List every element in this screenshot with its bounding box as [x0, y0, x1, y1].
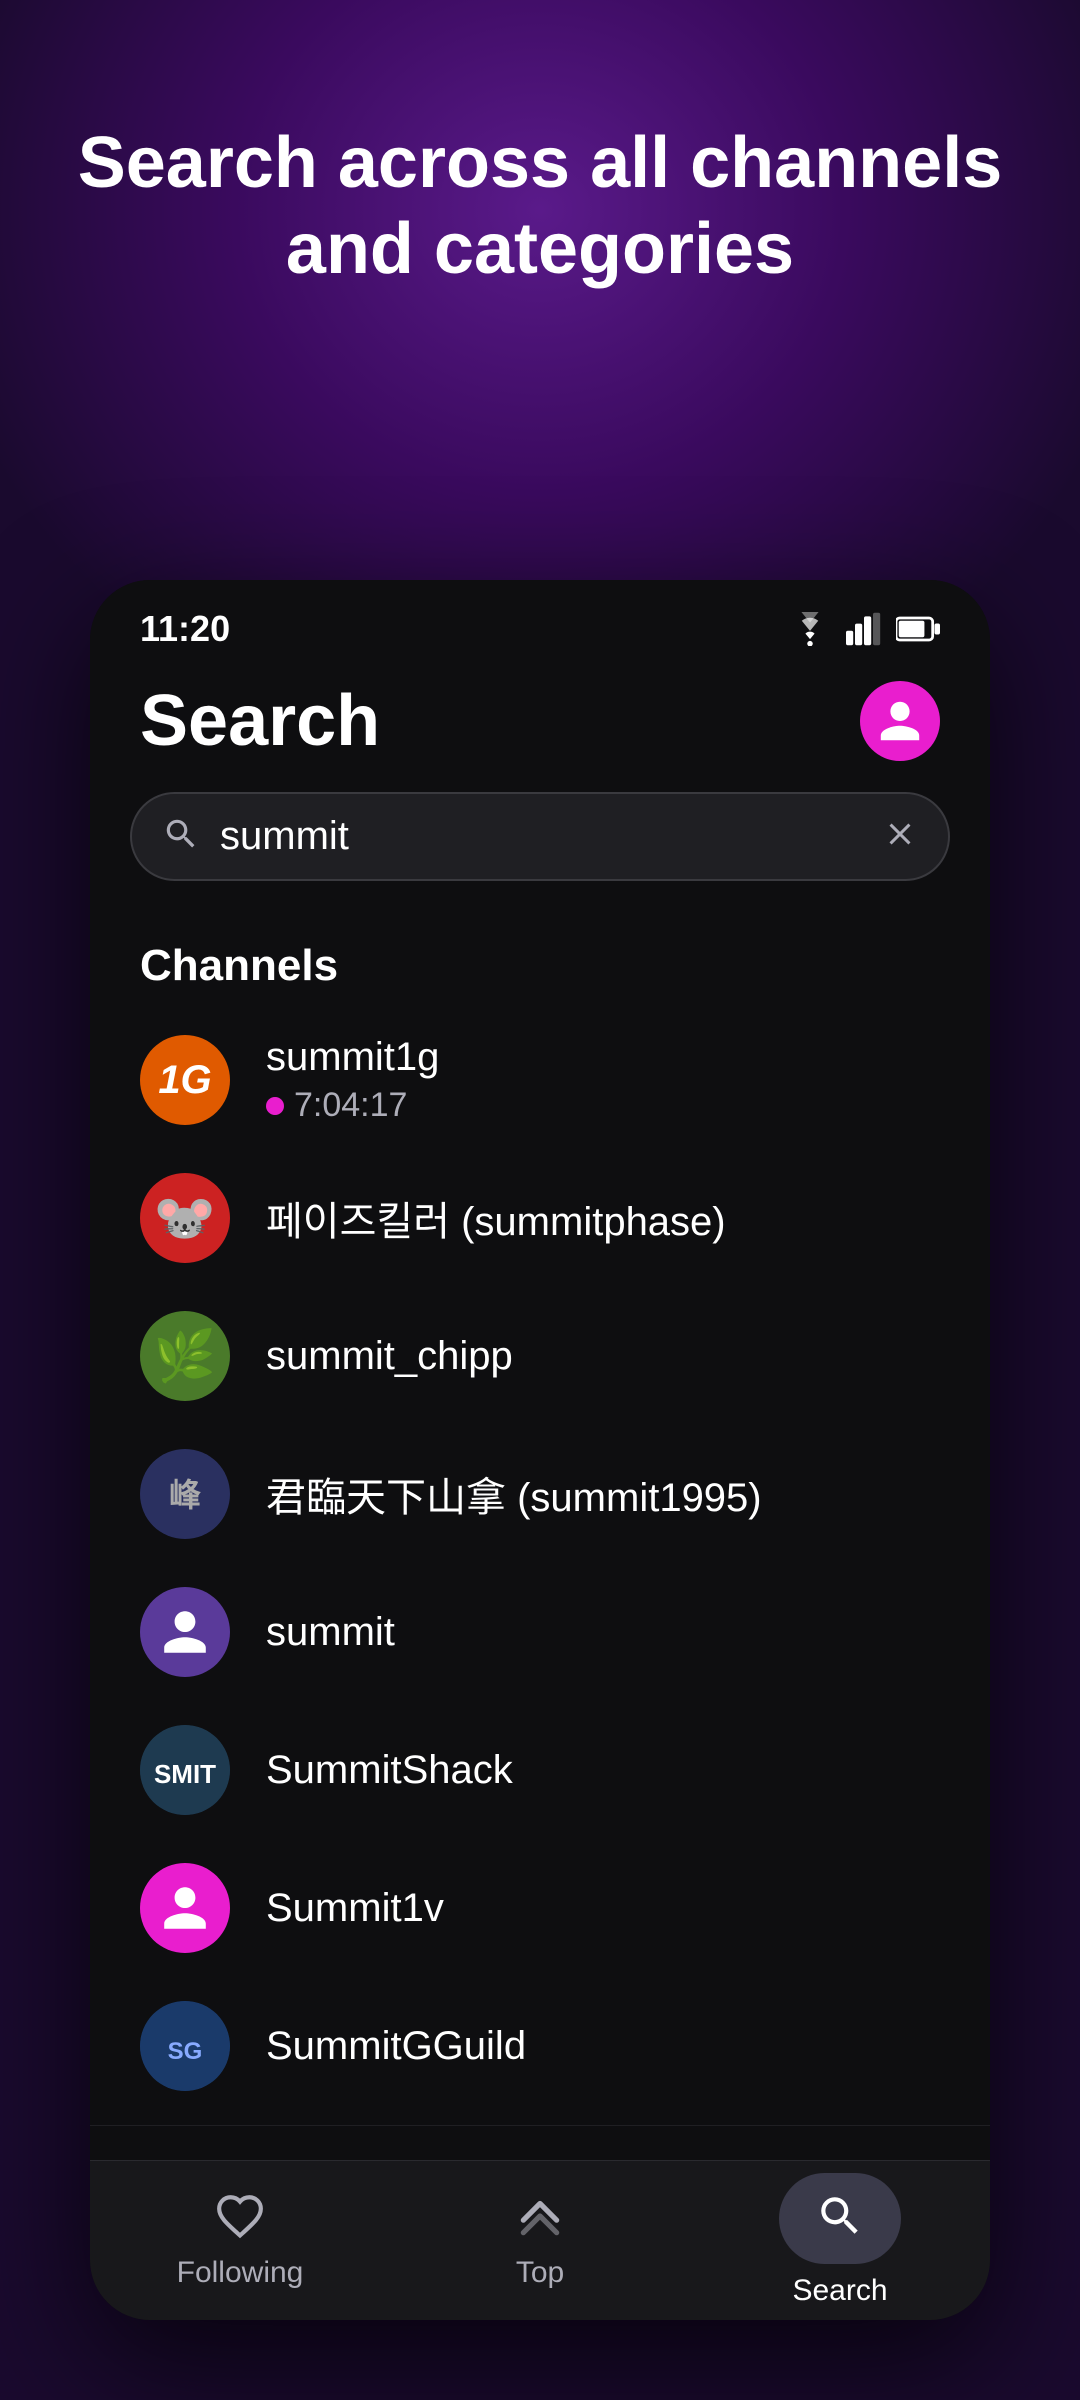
avatar: SMIT	[140, 1725, 230, 1815]
nav-item-search[interactable]: Search	[690, 2173, 990, 2308]
list-item[interactable]: 🌿 summit_chipp	[90, 1287, 990, 1425]
channel-name: 페이즈킬러 (summitphase)	[266, 1189, 726, 1247]
channel-name: Summit1v	[266, 1886, 444, 1931]
svg-text:峰: 峰	[169, 1477, 201, 1513]
arrow-up-icon	[515, 2191, 565, 2246]
avatar: 🐭	[140, 1173, 230, 1263]
hero-section: Search across all channels and categorie…	[0, 120, 1080, 293]
channel-info: summit	[266, 1610, 395, 1655]
bottom-navigation: Following Top Search	[90, 2160, 990, 2320]
channel-info: summit_chipp	[266, 1334, 513, 1379]
channel-info: 페이즈킬러 (summitphase)	[266, 1189, 726, 1247]
avatar-image: 峰	[145, 1454, 225, 1534]
clear-search-button[interactable]	[882, 816, 918, 857]
avatar	[140, 1587, 230, 1677]
status-bar: 11:20	[90, 580, 990, 660]
status-icons	[788, 612, 940, 646]
channel-info: 君臨天下山拿 (summit1995)	[266, 1465, 762, 1523]
list-item[interactable]: 🐭 페이즈킬러 (summitphase)	[90, 1149, 990, 1287]
go-to-channel-row[interactable]: Go to channel "summit"	[90, 2125, 990, 2151]
live-badge: 7:04:17	[266, 1086, 439, 1125]
list-item[interactable]: Summit1v	[90, 1839, 990, 1977]
search-icon	[162, 815, 200, 858]
hero-title: Search across all channels and categorie…	[60, 120, 1020, 293]
live-indicator	[266, 1097, 284, 1115]
list-item[interactable]: SMIT SummitShack	[90, 1701, 990, 1839]
nav-following-label: Following	[177, 2256, 304, 2290]
user-pink-icon	[159, 1882, 211, 1934]
avatar: 🌿	[140, 1311, 230, 1401]
avatar: SG	[140, 2001, 230, 2091]
channel-name: summit1g	[266, 1035, 439, 1080]
list-item[interactable]: 峰 君臨天下山拿 (summit1995)	[90, 1425, 990, 1563]
search-bar[interactable]: summit	[130, 792, 950, 881]
channel-info: Summit1v	[266, 1886, 444, 1931]
default-user-icon	[159, 1606, 211, 1658]
phone-shell: 11:20 Search	[90, 580, 990, 2320]
search-input[interactable]: summit	[220, 814, 862, 859]
channel-name: SummitGGuild	[266, 2024, 526, 2069]
nav-item-top[interactable]: Top	[390, 2191, 690, 2290]
list-item[interactable]: 1G summit1g 7:04:17	[90, 1011, 990, 1149]
channel-info: SummitShack	[266, 1748, 513, 1793]
content-area[interactable]: Channels 1G summit1g 7:04:17 🐭 페이즈킬러 (su…	[90, 911, 990, 2151]
channel-info: SummitGGuild	[266, 2024, 526, 2069]
nav-search-label: Search	[792, 2274, 887, 2308]
page-title: Search	[140, 680, 380, 762]
avatar	[140, 1863, 230, 1953]
avatar: 峰	[140, 1449, 230, 1539]
search-bar-container: summit	[90, 792, 990, 911]
live-time: 7:04:17	[294, 1086, 407, 1125]
list-item[interactable]: summit	[90, 1563, 990, 1701]
nav-top-label: Top	[516, 2256, 564, 2290]
svg-text:SG: SG	[168, 2038, 203, 2065]
channel-info: summit1g 7:04:17	[266, 1035, 439, 1125]
heart-icon	[215, 2191, 265, 2246]
search-nav-icon	[815, 2191, 865, 2246]
list-item[interactable]: SG SummitGGuild	[90, 1977, 990, 2115]
wifi-icon	[788, 612, 832, 646]
channel-name: summit_chipp	[266, 1334, 513, 1379]
signal-icon	[846, 612, 882, 646]
avatar-image: SMIT	[140, 1725, 230, 1815]
nav-item-following[interactable]: Following	[90, 2191, 390, 2290]
channel-name: SummitShack	[266, 1748, 513, 1793]
battery-icon	[896, 614, 940, 644]
channels-section-header: Channels	[90, 911, 990, 1011]
status-time: 11:20	[140, 608, 230, 650]
channel-name: 君臨天下山拿 (summit1995)	[266, 1465, 762, 1523]
nav-active-pill	[779, 2173, 901, 2264]
channels-section: Channels 1G summit1g 7:04:17 🐭 페이즈킬러 (su…	[90, 911, 990, 2115]
channel-name: summit	[266, 1610, 395, 1655]
avatar-image: SG	[140, 2001, 230, 2091]
app-header: Search	[90, 660, 990, 792]
user-avatar-button[interactable]	[860, 681, 940, 761]
avatar: 1G	[140, 1035, 230, 1125]
user-icon	[876, 697, 924, 745]
svg-text:SMIT: SMIT	[154, 1759, 216, 1789]
